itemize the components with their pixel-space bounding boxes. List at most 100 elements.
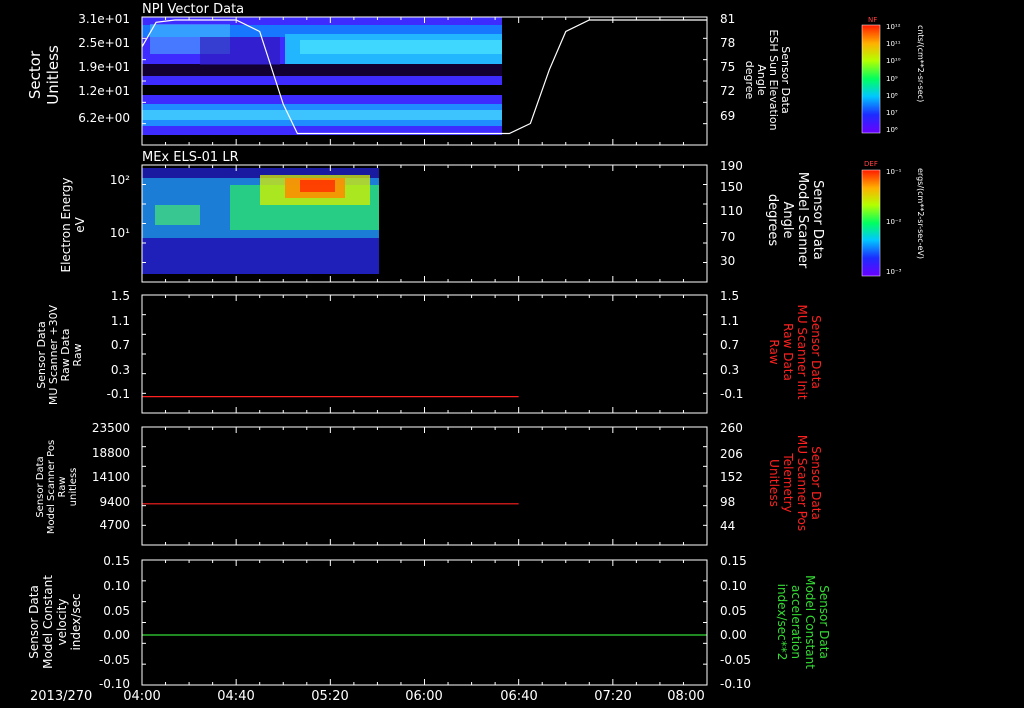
time-axis-date-label: 2013/270 bbox=[30, 689, 92, 704]
panel3-ylabel-right-line: MU Scanner Init bbox=[795, 304, 809, 399]
panel1-ylabel-right-line: degree bbox=[743, 61, 756, 100]
panel1-ytick-right: 75 bbox=[720, 60, 735, 74]
panel4-ytick-left: 14100 bbox=[92, 470, 130, 484]
els-spectrogram-red bbox=[300, 180, 335, 192]
panel3-ytick-left: 1.5 bbox=[111, 289, 130, 303]
panel4-ylabel-left: Sensor Data Model Scanner Pos Raw unitle… bbox=[35, 440, 79, 534]
panel3-ytick-right: 1.1 bbox=[720, 314, 739, 328]
panel4-ytick-labels-left: 23500 18800 14100 9400 4700 bbox=[92, 421, 130, 532]
panel5-ylabel-right: Sensor Data Model Constant acceleration … bbox=[775, 575, 831, 669]
panel5-ytick-right: -0.10 bbox=[720, 677, 751, 691]
panel3-ylabel-right-line: Raw Data bbox=[781, 323, 795, 381]
panel1-title: NPI Vector Data bbox=[142, 2, 244, 17]
time-tick-label: 04:00 bbox=[123, 689, 160, 704]
panel3-ylabel-right-line: Raw bbox=[767, 339, 781, 364]
panel1-colorbar-label: NF bbox=[868, 16, 877, 24]
panel2-ytick-right: 110 bbox=[720, 204, 743, 218]
panel3-ylabel-left-line: Raw bbox=[71, 343, 84, 366]
panel1-ytick-right: 78 bbox=[720, 36, 735, 50]
panel2-ytick-right: 70 bbox=[720, 230, 735, 244]
panel5-ylabel-right-line: Sensor Data bbox=[817, 585, 831, 659]
panel-npi-vector-data: NPI Vector Data 3.1e+01 2.5e+01 1.9e+01 … bbox=[26, 2, 925, 146]
panel2-ytick-left: 10¹ bbox=[110, 226, 130, 240]
panel4-ylabel-left-line: Raw bbox=[57, 476, 68, 497]
panel1-ylabel-left-line: Sector bbox=[26, 50, 44, 99]
npi-band-mid-bright bbox=[300, 40, 502, 54]
panel1-colorbar-tick: 10⁷ bbox=[886, 109, 898, 117]
panel2-ytick-labels-left: 10² 10¹ bbox=[110, 173, 130, 240]
panel5-ytick-right: 0.15 bbox=[720, 554, 747, 568]
panel1-colorbar-tick: 10¹² bbox=[886, 23, 901, 31]
panel1-colorbar-tick: 10⁹ bbox=[886, 75, 898, 83]
panel5-ytick-right: 0.05 bbox=[720, 604, 747, 618]
panel5-ytick-left: 0.00 bbox=[103, 628, 130, 642]
tplot-figure: NPI Vector Data 3.1e+01 2.5e+01 1.9e+01 … bbox=[26, 2, 925, 704]
time-tick-label: 06:40 bbox=[500, 689, 537, 704]
panel1-colorbar-units: cnts/(cm**2-sr-sec) bbox=[916, 25, 925, 102]
panel2-colorbar-tick: 10⁻² bbox=[886, 218, 902, 226]
panel1-ytick-left: 1.2e+01 bbox=[78, 84, 130, 98]
panel4-ylabel-right: Sensor Data MU Scanner Pos Telemetry Uni… bbox=[767, 435, 823, 531]
panel1-colorbar-tick: 10¹¹ bbox=[886, 40, 901, 48]
panel2-ylabel-left: Electron Energy eV bbox=[59, 177, 87, 272]
panel4-ytick-right: 206 bbox=[720, 447, 743, 461]
panel2-colorbar-bar bbox=[861, 169, 881, 277]
panel1-ytick-right: 81 bbox=[720, 12, 735, 26]
panel-scanner-pos: 23500 18800 14100 9400 4700 260 206 152 … bbox=[35, 421, 823, 546]
panel1-ytick-labels-left: 3.1e+01 2.5e+01 1.9e+01 1.2e+01 6.2e+00 bbox=[78, 12, 130, 125]
panel1-colorbar-tick: 10⁸ bbox=[886, 92, 898, 100]
panel3-ylabel-right-line: Sensor Data bbox=[809, 315, 823, 389]
panel3-ytick-right: 1.5 bbox=[720, 289, 739, 303]
panel3-ytick-right: -0.1 bbox=[720, 387, 743, 401]
panel3-ylabel-left: Sensor Data MU Scanner +30V Raw Data Raw bbox=[35, 304, 84, 405]
panel3-ytick-left: -0.1 bbox=[107, 387, 130, 401]
panel1-ytick-right: 72 bbox=[720, 84, 735, 98]
panel3-ytick-left: 0.3 bbox=[111, 363, 130, 377]
panel1-ylabel-left: Sector Unitless bbox=[26, 45, 62, 105]
panel2-title: MEx ELS-01 LR bbox=[142, 150, 239, 165]
panel1-colorbar-bar bbox=[861, 24, 881, 134]
panel5-ylabel-left-line: velocity bbox=[55, 599, 69, 646]
panel2-ylabel-right-line: Model Scanner bbox=[795, 172, 810, 269]
npi-band-gap bbox=[142, 64, 502, 76]
panel4-ylabel-right-line: MU Scanner Pos bbox=[795, 435, 809, 531]
panel5-ytick-left: -0.05 bbox=[99, 653, 130, 667]
panel2-ylabel-right-line: Angle bbox=[780, 202, 795, 239]
panel1-ytick-left: 2.5e+01 bbox=[78, 36, 130, 50]
panel1-colorbar-ticks: 10¹² 10¹¹ 10¹⁰ 10⁹ 10⁸ 10⁷ 10⁶ bbox=[886, 23, 901, 134]
npi-band-gap-lower bbox=[142, 85, 502, 95]
panel3-ytick-left: 0.7 bbox=[111, 338, 130, 352]
panel3-ytick-labels-right: 1.5 1.1 0.7 0.3 -0.1 bbox=[720, 289, 743, 401]
panel2-ytick-labels-right: 190 150 110 70 30 bbox=[720, 159, 743, 268]
panel4-ytick-left: 23500 bbox=[92, 421, 130, 435]
panel2-ylabel-left-line: Electron Energy bbox=[59, 177, 73, 272]
panel4-ytick-right: 98 bbox=[720, 495, 735, 509]
npi-band-dark-block bbox=[200, 37, 280, 65]
panel5-ylabel-left-line: Model Constant bbox=[41, 575, 55, 669]
panel-mu-scanner-raw: 1.5 1.1 0.7 0.3 -0.1 1.5 1.1 0.7 0.3 -0.… bbox=[35, 289, 823, 414]
panel3-frame bbox=[141, 294, 708, 414]
time-axis: 2013/270 04:00 04:40 05:20 06:00 06:40 0… bbox=[30, 689, 705, 704]
panel5-ytick-labels-left: 0.15 0.10 0.05 0.00 -0.05 -0.10 bbox=[99, 554, 130, 691]
panel3-ytick-left: 1.1 bbox=[111, 314, 130, 328]
panel2-ytick-left: 10² bbox=[110, 173, 130, 187]
time-tick-label: 08:00 bbox=[667, 689, 704, 704]
panel2-ylabel-right-line: Sensor Data bbox=[810, 180, 825, 260]
panel5-ytick-right: 0.10 bbox=[720, 579, 747, 593]
panel4-ylabel-right-line: Telemetry bbox=[781, 452, 795, 512]
panel1-ytick-left: 6.2e+00 bbox=[78, 111, 130, 125]
panel5-ylabel-right-line: Model Constant bbox=[803, 575, 817, 669]
time-tick-label: 04:40 bbox=[217, 689, 254, 704]
panel4-ytick-left: 4700 bbox=[99, 518, 130, 532]
panel1-colorbar-tick: 10⁶ bbox=[886, 126, 898, 134]
panel5-ylabel-left-line: Sensor Data bbox=[27, 585, 41, 659]
panel1-ytick-right: 69 bbox=[720, 109, 735, 123]
panel1-ylabel-left-line: Unitless bbox=[44, 45, 62, 105]
panel5-ytick-left: 0.15 bbox=[103, 554, 130, 568]
panel4-ylabel-left-line: unitless bbox=[68, 468, 79, 507]
time-tick-labels: 04:00 04:40 05:20 06:00 06:40 07:20 08:0… bbox=[123, 689, 704, 704]
panel2-colorbar: DEF 10⁻¹ 10⁻² 10⁻³ ergs/(cm**2-sr-sec-eV… bbox=[861, 160, 925, 277]
panel4-ylabel-left-line: Sensor Data bbox=[35, 456, 46, 517]
panel2-ylabel-left-line: eV bbox=[73, 216, 87, 232]
panel2-colorbar-tick: 10⁻¹ bbox=[886, 168, 902, 176]
